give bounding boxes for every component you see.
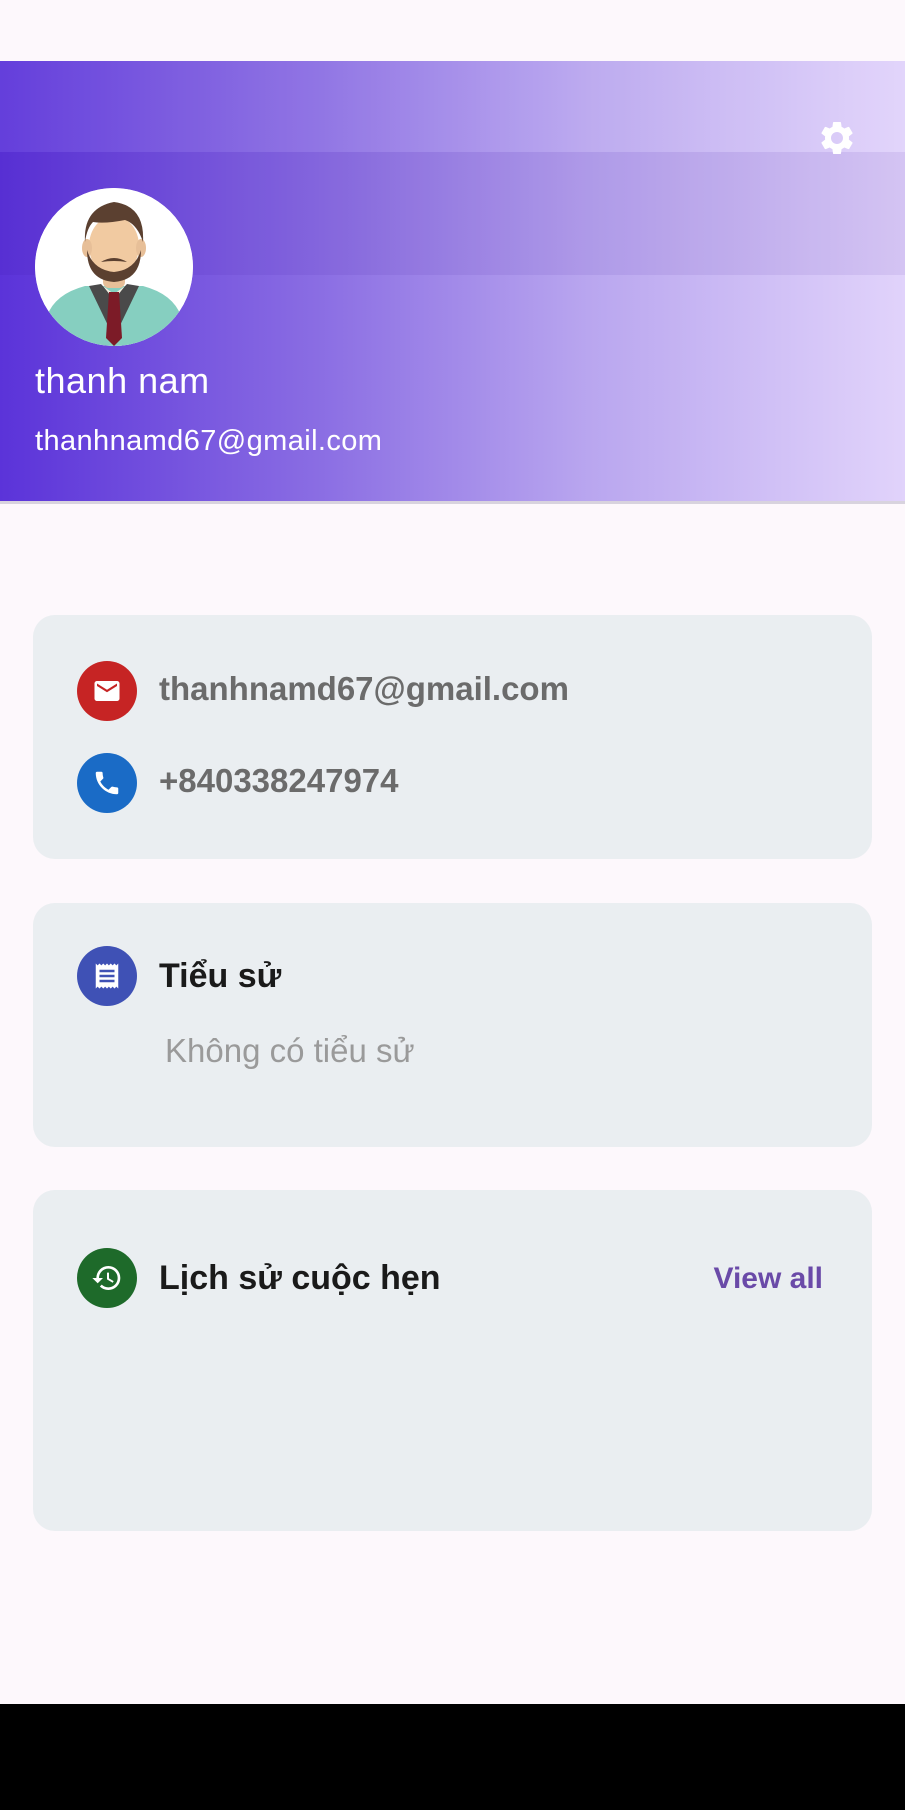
appointment-history-title: Lịch sử cuộc hẹn (159, 1259, 441, 1297)
contact-card: thanhnamd67@gmail.com +840338247974 (33, 615, 872, 859)
bio-icon-badge (77, 946, 137, 1006)
gear-icon (821, 121, 853, 154)
history-icon-badge (77, 1248, 137, 1308)
receipt-icon (95, 963, 119, 989)
settings-button[interactable] (812, 113, 862, 163)
phone-icon (95, 771, 119, 795)
history-icon (92, 1266, 121, 1290)
mail-icon (94, 681, 120, 701)
system-navigation-bar (0, 1704, 905, 1810)
contact-email[interactable]: thanhnamd67@gmail.com (159, 670, 569, 708)
profile-email: thanhnamd67@gmail.com (35, 425, 383, 457)
bio-title: Tiểu sử (159, 957, 282, 995)
profile-header: thanh nam thanhnamd67@gmail.com (0, 61, 905, 504)
status-bar (0, 0, 905, 61)
person-avatar-icon (35, 188, 193, 346)
header-band (0, 61, 905, 152)
email-icon-badge (77, 661, 137, 721)
contact-phone[interactable]: +840338247974 (159, 762, 399, 800)
profile-name: thanh nam (35, 360, 210, 401)
bio-card: Tiểu sử Không có tiểu sử (33, 903, 872, 1147)
avatar[interactable] (35, 188, 193, 346)
phone-icon-badge (77, 753, 137, 813)
appointment-history-card: Lịch sử cuộc hẹn View all (33, 1190, 872, 1531)
view-all-button[interactable]: View all (713, 1262, 823, 1296)
bio-empty-text: Không có tiểu sử (165, 1032, 415, 1069)
